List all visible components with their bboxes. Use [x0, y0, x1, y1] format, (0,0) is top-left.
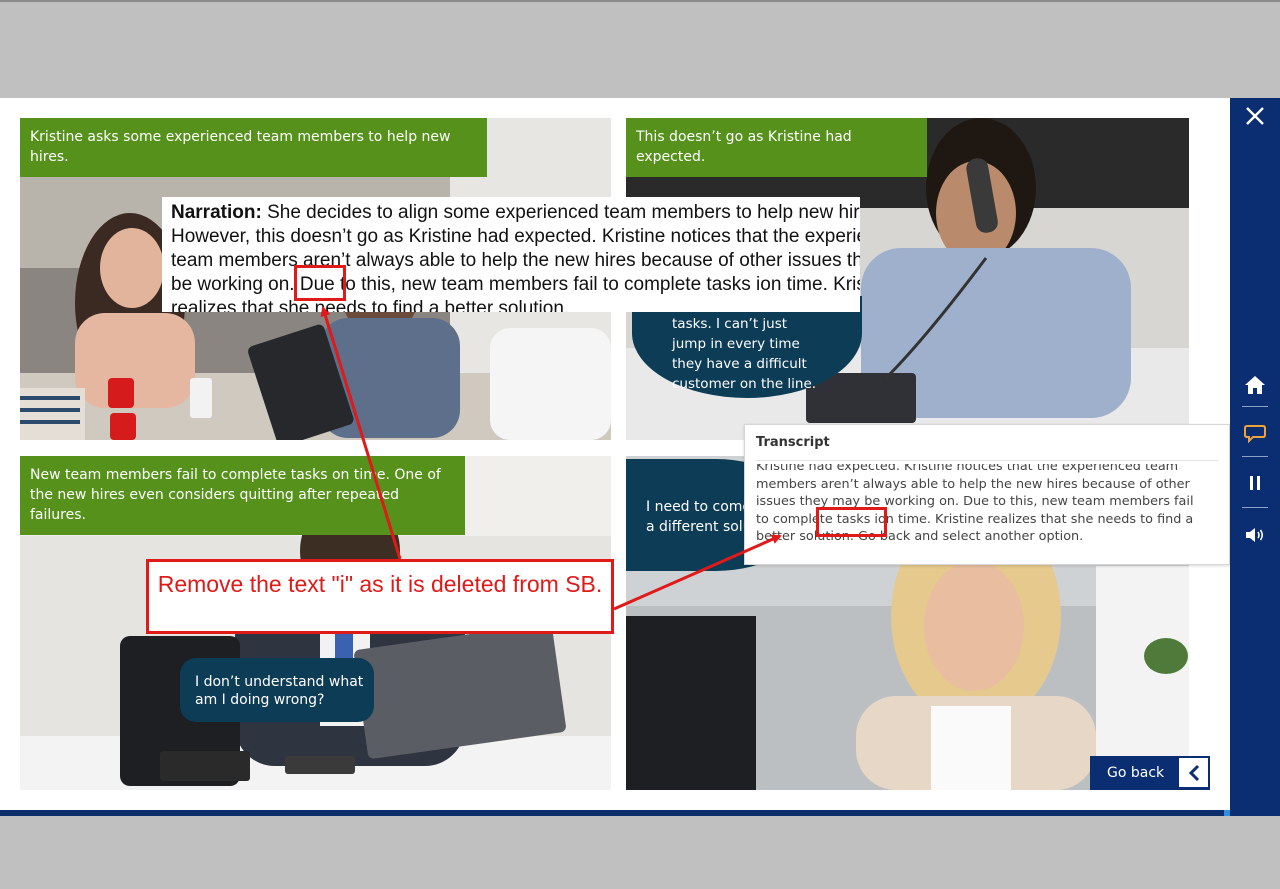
pause-button[interactable]	[1239, 467, 1271, 499]
highlight-box-transcript	[816, 507, 887, 537]
narration-text: Narration: She decides to align some exp…	[162, 197, 860, 312]
transcript-icon	[1244, 425, 1266, 444]
player-sidebar	[1230, 98, 1280, 816]
sidebar-divider	[1242, 406, 1268, 407]
pause-icon	[1250, 476, 1260, 490]
panel-caption: New team members fail to complete tasks …	[20, 456, 465, 535]
volume-icon	[1246, 528, 1264, 542]
go-back-label: Go back	[1107, 765, 1165, 781]
slide-progress-bar	[0, 810, 1230, 816]
narration-label: Narration:	[171, 202, 262, 223]
transcript-button[interactable]	[1239, 418, 1271, 450]
volume-button[interactable]	[1239, 519, 1271, 551]
review-comment-callout: Remove the text "i" as it is deleted fro…	[146, 559, 614, 634]
bubble-line: customer on the line.	[672, 376, 817, 392]
speech-bubble: I don’t understand what am I doing wrong…	[180, 658, 374, 722]
transcript-panel[interactable]: Transcript Kristine had expected. Kristi…	[744, 424, 1230, 565]
window-top-border	[0, 0, 1280, 2]
sidebar-divider	[1242, 507, 1268, 508]
chevron-left-icon	[1179, 758, 1208, 787]
go-back-button[interactable]: Go back	[1090, 756, 1210, 790]
narration-body: She decides to align some experienced te…	[171, 202, 860, 312]
home-icon	[1245, 376, 1265, 394]
panel-caption: This doesn’t go as Kristine had expected…	[626, 118, 927, 177]
home-button[interactable]	[1239, 369, 1271, 401]
close-button[interactable]	[1239, 100, 1271, 132]
sidebar-divider	[1242, 456, 1268, 457]
bubble-line: they have a difficult	[672, 356, 807, 372]
panel-caption: Kristine asks some experienced team memb…	[20, 118, 487, 177]
bubble-line: I don’t understand what	[195, 674, 364, 690]
bubble-line: tasks. I can’t just	[672, 316, 788, 332]
narration-overlay: Narration: She decides to align some exp…	[162, 197, 860, 312]
bubble-line: jump in every time	[672, 336, 800, 352]
transcript-title: Transcript	[756, 435, 830, 450]
highlight-box-narration	[294, 265, 346, 301]
close-icon	[1246, 107, 1264, 125]
bubble-line: am I doing wrong?	[195, 692, 325, 708]
transcript-divider	[756, 460, 1218, 461]
